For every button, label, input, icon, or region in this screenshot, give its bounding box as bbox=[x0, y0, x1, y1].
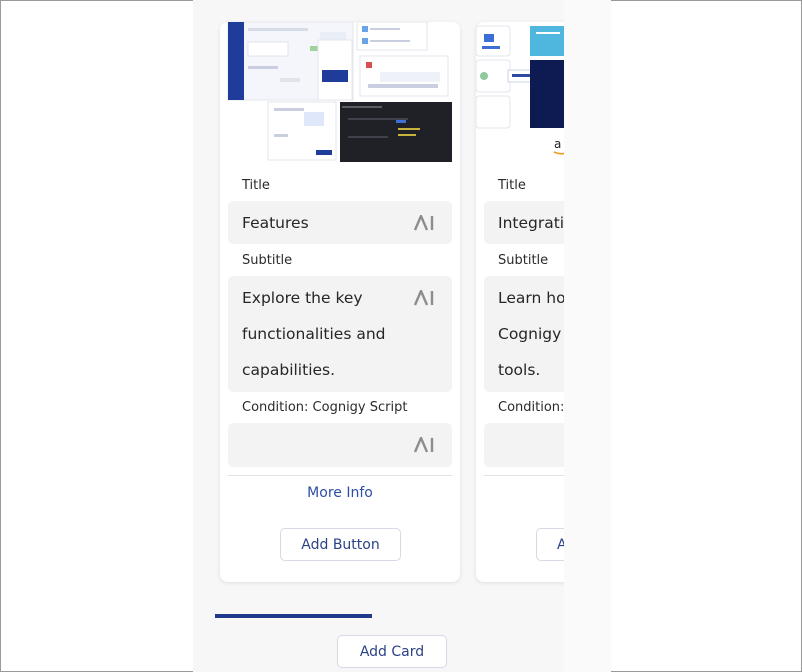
subtitle-field[interactable]: Explore the key functionalities and capa… bbox=[228, 276, 452, 392]
gallery-card: Title Features Subtitle Explore the key … bbox=[220, 22, 460, 582]
card-image-integrations: a bbox=[476, 25, 564, 155]
add-button[interactable]: A bbox=[536, 528, 564, 561]
ai-generate-icon[interactable] bbox=[414, 437, 434, 453]
subtitle-field[interactable]: Learn ho Cognigy tools. bbox=[484, 276, 564, 392]
condition-label: Condition: Cognigy Script bbox=[242, 400, 408, 415]
svg-text:a: a bbox=[554, 137, 561, 151]
card-image[interactable] bbox=[220, 22, 460, 162]
condition-field[interactable] bbox=[228, 423, 452, 467]
carousel-progress-bar bbox=[215, 614, 372, 618]
card-image[interactable]: a bbox=[476, 22, 564, 162]
card-carousel[interactable]: Title Features Subtitle Explore the key … bbox=[193, 0, 564, 600]
card-divider bbox=[484, 475, 564, 476]
title-label: Title bbox=[498, 178, 526, 193]
condition-field[interactable] bbox=[484, 423, 564, 467]
subtitle-value: Explore the key functionalities and capa… bbox=[242, 289, 386, 379]
condition-label: Condition: C bbox=[498, 400, 564, 415]
title-field[interactable]: Features bbox=[228, 201, 452, 244]
ai-generate-icon[interactable] bbox=[414, 215, 434, 231]
title-label: Title bbox=[242, 178, 270, 193]
title-value: Integratio bbox=[498, 214, 564, 232]
ai-generate-icon[interactable] bbox=[414, 290, 434, 306]
add-card-button[interactable]: Add Card bbox=[337, 635, 447, 668]
title-field[interactable]: Integratio bbox=[484, 201, 564, 244]
subtitle-value: Learn ho Cognigy tools. bbox=[498, 289, 564, 379]
card-divider bbox=[228, 475, 452, 476]
add-button[interactable]: Add Button bbox=[280, 528, 401, 561]
panel-edge bbox=[564, 0, 611, 672]
gallery-card: a Title Integratio Subtitle Learn ho Cog… bbox=[476, 22, 564, 582]
more-info-link[interactable]: More Info bbox=[220, 485, 460, 501]
subtitle-label: Subtitle bbox=[498, 253, 549, 268]
title-value: Features bbox=[242, 214, 309, 232]
subtitle-label: Subtitle bbox=[242, 253, 293, 268]
card-image-screenshots bbox=[227, 22, 452, 162]
